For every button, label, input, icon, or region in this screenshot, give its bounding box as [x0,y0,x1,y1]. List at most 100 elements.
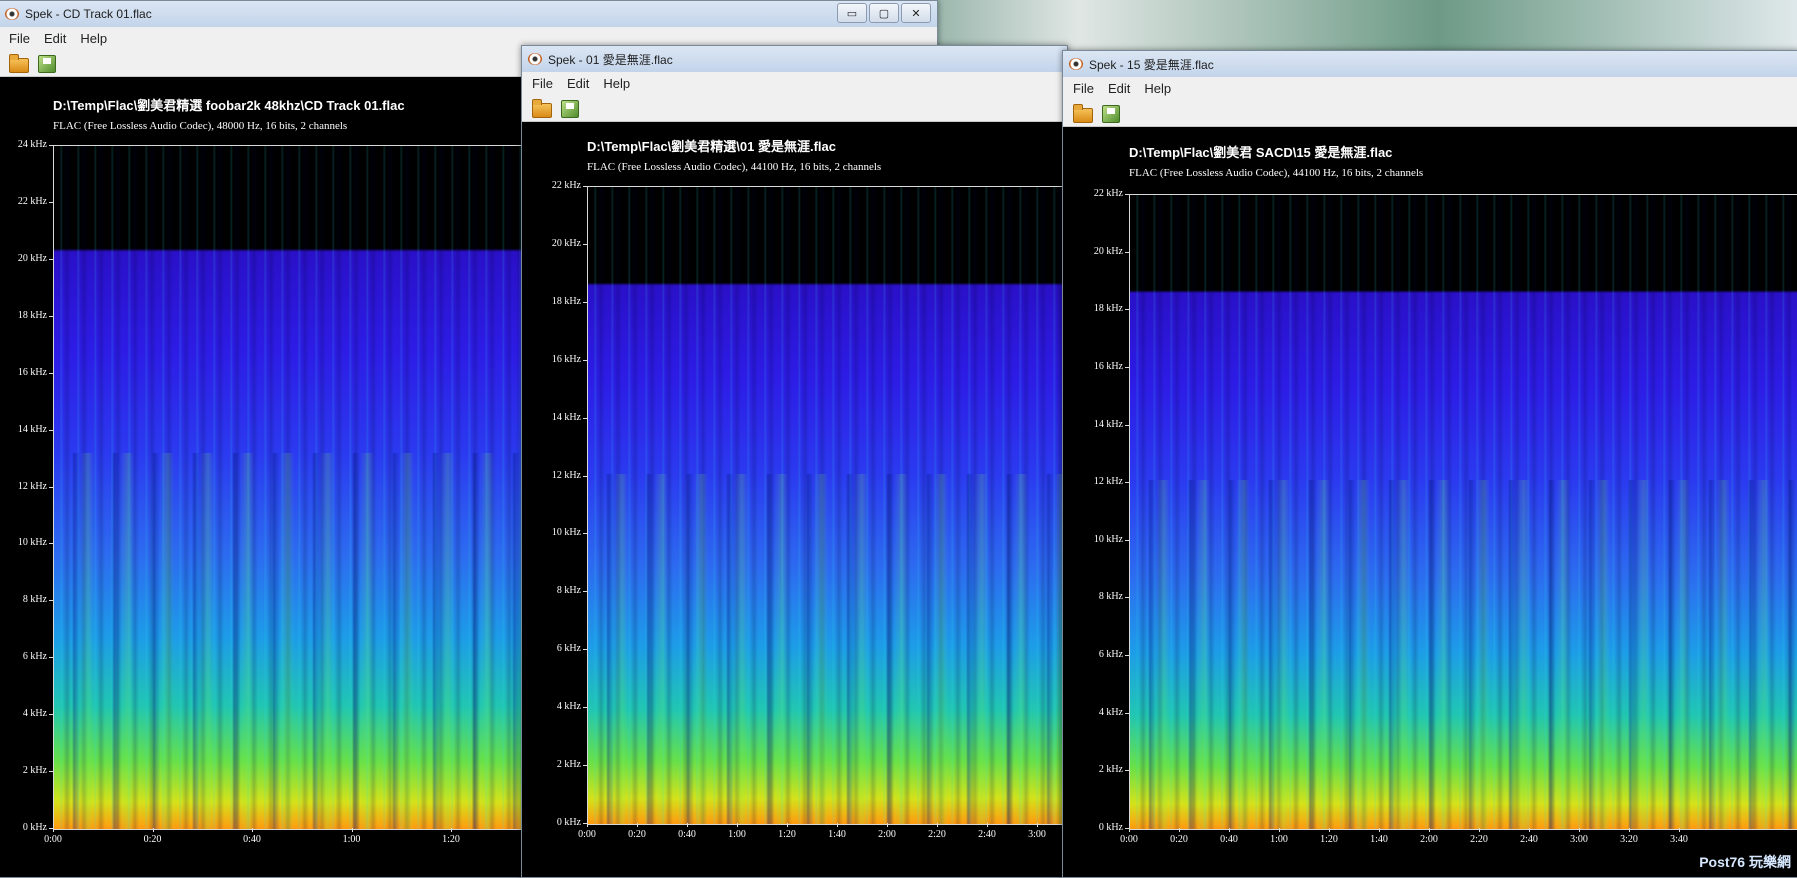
menu-bar: File Edit Help [522,72,1067,94]
spectrogram-panel: D:\Temp\Flac\劉美君 SACD\15 愛是無涯.flac FLAC … [1063,127,1797,877]
close-icon[interactable]: ✕ [901,3,931,23]
x-tick-mark [637,823,638,827]
folder-open-icon [1073,103,1093,123]
menu-file[interactable]: File [1073,81,1094,96]
y-tick-mark [583,475,587,477]
y-tick-mark [583,301,587,303]
y-tick-mark [49,600,53,602]
x-tick-label: 2:20 [928,829,946,840]
menu-help[interactable]: Help [80,31,107,46]
menu-bar: File Edit Help [1063,77,1797,99]
y-tick-mark [1125,539,1129,541]
y-tick-mark [583,186,587,187]
y-tick-label: 14 kHz [17,423,47,435]
y-tick-label: 20 kHz [17,252,47,264]
menu-edit[interactable]: Edit [567,76,589,91]
x-tick-label: 3:00 [1570,834,1588,845]
x-tick-label: 3:00 [1028,829,1046,840]
x-tick-label: 0:20 [628,829,646,840]
x-tick-mark [451,828,452,832]
window-title: Spek - CD Track 01.flac [25,7,152,21]
spek-window-01[interactable]: Spek - 01 愛是無涯.flac File Edit Help D:\Te… [521,45,1068,878]
open-file-button[interactable] [1071,102,1093,124]
y-tick-mark [583,591,587,593]
x-tick-mark [1579,828,1580,832]
y-tick-label: 2 kHz [556,759,581,771]
maximize-icon[interactable]: ▢ [869,3,899,23]
x-tick-label: 0:20 [143,834,162,845]
x-tick-label: 2:40 [978,829,996,840]
x-tick-mark [887,823,888,827]
y-tick-mark [1125,482,1129,484]
open-file-button[interactable] [7,52,29,74]
menu-edit[interactable]: Edit [1108,81,1130,96]
menu-edit[interactable]: Edit [44,31,66,46]
y-tick-mark [583,417,587,419]
spek-window-15[interactable]: Spek - 15 愛是無涯.flac File Edit Help D:\Te… [1062,50,1797,878]
open-file-button[interactable] [530,97,552,119]
x-tick-label: 3:20 [1620,834,1638,845]
spek-app-icon [1069,58,1083,70]
toolbar [1063,99,1797,127]
y-tick-label: 14 kHz [551,411,581,423]
y-tick-label: 20 kHz [551,237,581,249]
x-tick-label: 0:40 [678,829,696,840]
menu-help[interactable]: Help [1144,81,1171,96]
save-button[interactable] [35,52,57,74]
x-tick-mark [1529,828,1530,832]
x-tick-label: 1:20 [442,834,460,845]
x-tick-mark [1329,828,1330,832]
x-tick-mark [53,828,54,832]
y-tick-mark [1125,712,1129,714]
x-tick-mark [1479,828,1480,832]
spectrogram-plot[interactable] [587,186,1067,825]
x-tick-label: 2:20 [1470,834,1488,845]
file-path-title: D:\Temp\Flac\劉美君精選\01 愛是無涯.flac [587,139,836,154]
save-icon [561,99,579,118]
save-button[interactable] [1099,102,1121,124]
menu-help[interactable]: Help [603,76,630,91]
x-tick-label: 1:00 [728,829,746,840]
window-title-bar[interactable]: Spek - 15 愛是無涯.flac [1063,51,1797,77]
x-tick-mark [987,823,988,827]
spek-app-icon [528,53,542,65]
y-tick-label: 4 kHz [1098,706,1123,718]
window-title: Spek - 01 愛是無涯.flac [548,52,673,67]
x-tick-mark [1229,828,1230,832]
y-tick-label: 18 kHz [551,295,581,307]
x-tick-label: 0:00 [578,829,596,840]
y-tick-label: 2 kHz [22,765,47,777]
codec-info: FLAC (Free Lossless Audio Codec), 44100 … [1129,167,1424,179]
y-tick-mark [583,707,587,709]
menu-file[interactable]: File [532,76,553,91]
minimize-icon[interactable]: ▭ [837,3,867,23]
window-title-bar[interactable]: Spek - CD Track 01.flac ▭ ▢ ✕ [0,1,937,27]
save-button[interactable] [558,97,580,119]
x-tick-mark [837,823,838,827]
y-tick-label: 14 kHz [1093,418,1123,430]
y-tick-mark [1125,424,1129,426]
y-tick-label: 6 kHz [1098,649,1123,661]
y-tick-mark [49,145,53,146]
y-tick-label: 10 kHz [551,527,581,539]
menu-file[interactable]: File [9,31,30,46]
x-tick-label: 0:00 [1120,834,1138,845]
x-tick-mark [687,823,688,827]
y-tick-label: 24 kHz [17,139,47,150]
x-tick-label: 2:40 [1520,834,1538,845]
y-tick-label: 12 kHz [17,480,47,492]
x-tick-label: 2:00 [1420,834,1438,845]
y-tick-mark [49,429,53,431]
y-tick-label: 16 kHz [17,366,47,378]
y-tick-label: 10 kHz [1093,533,1123,545]
y-tick-label: 8 kHz [22,594,47,606]
y-tick-label: 22 kHz [551,180,581,191]
codec-info: FLAC (Free Lossless Audio Codec), 48000 … [53,120,348,132]
folder-open-icon [532,98,552,118]
x-tick-label: 2:00 [878,829,896,840]
y-tick-mark [49,201,53,203]
y-tick-label: 8 kHz [556,585,581,597]
spectrogram-plot[interactable] [1129,194,1797,830]
y-tick-label: 0 kHz [1098,822,1123,833]
window-title-bar[interactable]: Spek - 01 愛是無涯.flac [522,46,1067,72]
